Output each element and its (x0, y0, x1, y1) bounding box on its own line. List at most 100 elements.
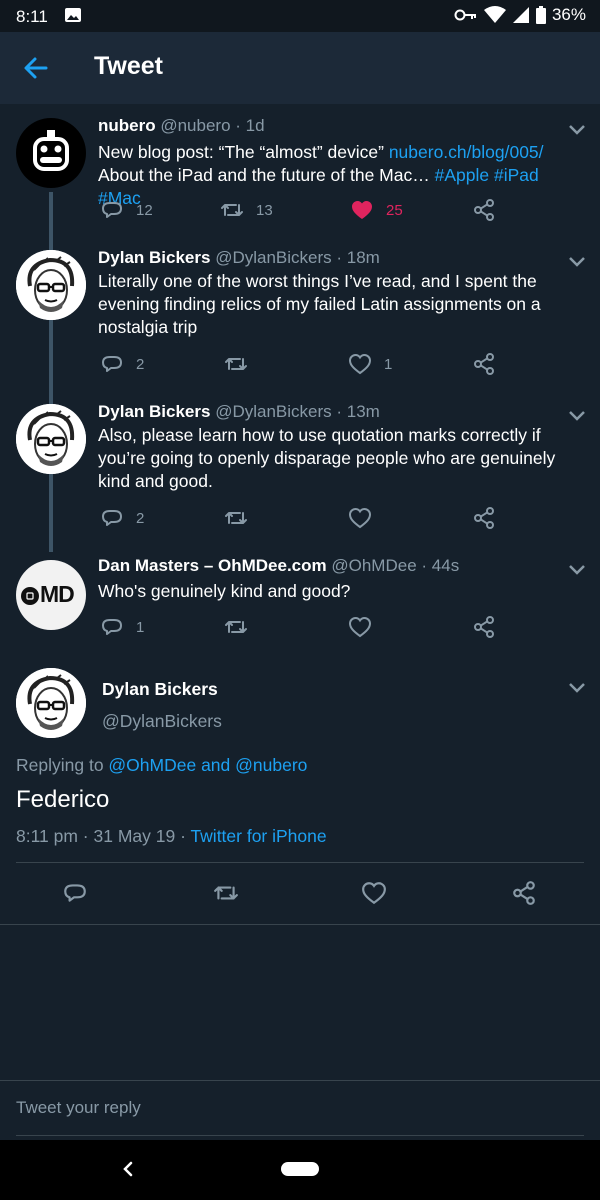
tweet-timestamp: 8:11 pm · 31 May 19 · Twitter for iPhone (16, 826, 327, 846)
reply-count: 2 (136, 355, 145, 373)
status-bar: 8:11 36% (0, 0, 600, 32)
tweet-text: Federico (16, 786, 110, 813)
chevron-down-icon[interactable] (568, 564, 586, 576)
reply-count: 2 (136, 509, 145, 527)
retweet-icon[interactable] (212, 880, 240, 906)
wifi-icon (483, 6, 506, 23)
replying-to-users[interactable]: @OhMDee and @nubero (108, 755, 307, 775)
battery-icon (535, 6, 546, 24)
retweet-icon (221, 204, 243, 216)
chevron-down-icon[interactable] (568, 410, 586, 422)
retweet-count: 13 (256, 201, 273, 219)
share-button[interactable] (472, 352, 496, 376)
user-handle[interactable]: @nubero (160, 116, 230, 135)
heart-icon (348, 507, 372, 529)
share-icon (474, 507, 494, 529)
robot-logo-icon (33, 130, 69, 171)
replying-to: Replying to @OhMDee and @nubero (16, 755, 308, 775)
nav-home-pill[interactable] (281, 1162, 319, 1176)
reply-count: 1 (136, 618, 145, 636)
cell-signal-icon (512, 7, 529, 23)
reply-button[interactable]: 2 (100, 352, 144, 376)
tweet-header: Dylan Bickers @DylanBickers · 13m (98, 402, 380, 422)
reply-icon (102, 510, 122, 526)
share-button[interactable] (472, 506, 496, 530)
retweet-icon (225, 621, 247, 633)
user-handle[interactable]: @DylanBickers (215, 402, 331, 421)
reply-icon (102, 619, 122, 635)
thread-tweet[interactable]: Dylan Bickers @DylanBickers · 18m Litera… (0, 248, 600, 388)
nav-back-icon[interactable] (120, 1158, 136, 1180)
avatar[interactable] (16, 118, 86, 188)
avatar[interactable] (16, 668, 86, 738)
share-icon (474, 616, 494, 638)
thread-tweet[interactable]: nubero @nubero · 1d New blog post: “The … (0, 116, 600, 236)
tweet-age: · 13m (336, 402, 380, 421)
page-title: Tweet (94, 52, 163, 80)
reply-button[interactable]: 2 (100, 506, 144, 530)
tweet-actions: 2 1 (100, 352, 500, 376)
vpn-key-icon (454, 9, 476, 21)
sketch-portrait-icon (16, 250, 86, 320)
tweet-text: Who's genuinely kind and good? (98, 581, 351, 601)
display-name[interactable]: Dylan Bickers (98, 248, 210, 267)
avatar-logo-text: MD (40, 581, 75, 607)
retweet-button[interactable] (224, 615, 248, 639)
display-name[interactable]: Dylan Bickers (98, 402, 210, 421)
reply-icon[interactable] (62, 880, 88, 906)
reply-button[interactable]: 1 (100, 615, 144, 639)
tweet-age: · 44s (421, 556, 460, 575)
avatar[interactable] (16, 250, 86, 320)
tweet-text: Literally one of the worst things I’ve r… (98, 271, 541, 337)
tweet-actions: 12 13 25 (100, 198, 500, 222)
reply-button[interactable]: 12 (100, 198, 153, 222)
divider (16, 862, 584, 863)
tweet-age: · 1d (235, 116, 265, 135)
reply-count: 12 (136, 201, 153, 219)
display-name[interactable]: Dylan Bickers (102, 679, 218, 700)
thread-tweet[interactable]: MD Dan Masters – OhMDee.com @OhMDee · 44… (0, 556, 600, 646)
chevron-down-icon[interactable] (568, 256, 586, 268)
status-time: 8:11 (16, 7, 48, 26)
tweet-source[interactable]: Twitter for iPhone (190, 826, 326, 846)
retweet-button[interactable] (224, 352, 248, 376)
retweet-button[interactable] (224, 506, 248, 530)
share-icon (474, 353, 494, 375)
chevron-down-icon[interactable] (568, 124, 586, 136)
heart-icon (348, 353, 372, 375)
share-icon[interactable] (511, 880, 537, 906)
back-arrow-icon[interactable] (22, 54, 50, 82)
tweet-actions: 2 (100, 506, 500, 530)
image-notification-icon (65, 8, 81, 22)
display-name[interactable]: nubero (98, 116, 156, 135)
display-name[interactable]: Dan Masters – OhMDee.com (98, 556, 327, 575)
top-app-bar: Tweet (0, 32, 600, 104)
like-button[interactable]: 25 (350, 198, 403, 222)
tweet-header: nubero @nubero · 1d (98, 116, 265, 136)
user-handle[interactable]: @OhMDee (331, 556, 416, 575)
user-handle[interactable]: @DylanBickers (215, 248, 331, 267)
like-button[interactable] (348, 615, 372, 639)
like-count: 25 (386, 201, 403, 219)
retweet-button[interactable]: 13 (220, 198, 273, 222)
heart-icon[interactable] (361, 880, 387, 906)
share-button[interactable] (472, 615, 496, 639)
tweet-header: Dan Masters – OhMDee.com @OhMDee · 44s (98, 556, 459, 576)
thread-tweet[interactable]: Dylan Bickers @DylanBickers · 13m Also, … (0, 402, 600, 542)
like-button[interactable]: 1 (348, 352, 392, 376)
reply-icon (102, 356, 122, 372)
reply-input[interactable] (16, 1081, 584, 1136)
heart-filled-icon (352, 201, 372, 219)
avatar[interactable] (16, 404, 86, 474)
sketch-portrait-icon (16, 404, 86, 474)
share-button[interactable] (472, 198, 496, 222)
like-button[interactable] (348, 506, 372, 530)
tweet-text: Also, please learn how to use quotation … (98, 425, 556, 491)
focused-tweet-actions (0, 880, 600, 910)
user-handle[interactable]: @DylanBickers (102, 711, 222, 732)
blog-link[interactable]: nubero.ch/blog/005/ (389, 142, 544, 162)
chevron-down-icon[interactable] (568, 682, 586, 694)
reply-icon (102, 202, 122, 218)
tweet-actions: 1 (100, 615, 500, 639)
battery-level: 36% (551, 5, 586, 24)
